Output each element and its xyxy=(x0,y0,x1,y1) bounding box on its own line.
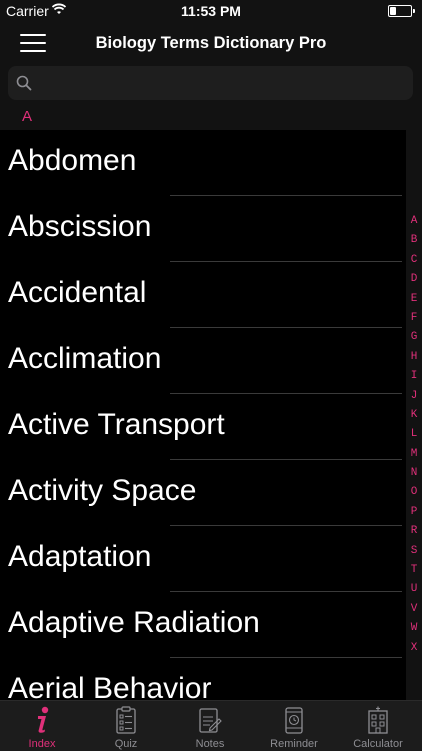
tab-reminder[interactable]: Reminder xyxy=(252,701,336,751)
status-time: 11:53 PM xyxy=(181,3,241,19)
search-input[interactable] xyxy=(40,66,409,102)
page-title: Biology Terms Dictionary Pro xyxy=(95,34,327,52)
list-item[interactable]: Adaptation xyxy=(0,526,406,592)
term-label: Abdomen xyxy=(8,144,137,177)
index-letter[interactable]: S xyxy=(406,542,422,561)
tab-bar: Index Quiz Notes Reminder Calculator xyxy=(0,700,422,751)
tab-label: Notes xyxy=(195,738,225,750)
index-letter[interactable]: M xyxy=(406,445,422,464)
index-letter[interactable]: F xyxy=(406,309,422,328)
term-label: Acclimation xyxy=(8,342,162,375)
index-letter[interactable]: P xyxy=(406,503,422,522)
index-letter[interactable]: U xyxy=(406,580,422,599)
list-item[interactable]: Accidental xyxy=(0,262,406,328)
list-item[interactable]: Adaptive Radiation xyxy=(0,592,406,658)
index-letter[interactable]: T xyxy=(406,561,422,580)
index-letter[interactable]: I xyxy=(406,367,422,386)
index-letter[interactable]: V xyxy=(406,600,422,619)
term-label: Activity Space xyxy=(8,474,197,507)
index-letter[interactable]: X xyxy=(406,639,422,658)
index-letter[interactable]: H xyxy=(406,348,422,367)
terms-list[interactable]: Abdomen Abscission Accidental Acclimatio… xyxy=(0,130,406,700)
list-item[interactable]: Abdomen xyxy=(0,130,406,196)
index-letter[interactable]: C xyxy=(406,251,422,270)
tab-label: Reminder xyxy=(270,738,318,750)
list-item[interactable]: Acclimation xyxy=(0,328,406,394)
index-letter[interactable]: G xyxy=(406,328,422,347)
tab-notes[interactable]: Notes xyxy=(168,701,252,751)
quiz-icon xyxy=(116,706,136,734)
alphabet-index[interactable]: A B C D E F G H I J K L M N O P R S T U … xyxy=(406,212,422,658)
tab-index[interactable]: Index xyxy=(0,701,84,751)
tab-calculator[interactable]: Calculator xyxy=(336,701,420,751)
calculator-icon xyxy=(368,706,388,734)
reminder-icon xyxy=(285,707,303,734)
list-item[interactable]: Active Transport xyxy=(0,394,406,460)
battery-icon xyxy=(388,5,415,17)
index-letter[interactable]: W xyxy=(406,619,422,638)
term-label: Active Transport xyxy=(8,408,225,441)
index-letter[interactable]: A xyxy=(406,212,422,231)
index-letter[interactable]: E xyxy=(406,290,422,309)
index-letter[interactable]: O xyxy=(406,483,422,502)
index-letter[interactable]: K xyxy=(406,406,422,425)
list-item[interactable]: Abscission xyxy=(0,196,406,262)
index-letter[interactable]: N xyxy=(406,464,422,483)
term-label: Adaptation xyxy=(8,540,152,573)
section-header: A xyxy=(22,108,33,125)
term-label: Accidental xyxy=(8,276,147,309)
list-item[interactable]: Aerial Behavior xyxy=(0,658,406,700)
term-label: Aerial Behavior xyxy=(8,672,212,700)
list-item[interactable]: Activity Space xyxy=(0,460,406,526)
search-icon xyxy=(16,75,32,91)
tab-label: Quiz xyxy=(114,738,138,750)
term-label: Adaptive Radiation xyxy=(8,606,260,639)
tab-label: Index xyxy=(28,738,56,750)
index-letter[interactable]: D xyxy=(406,270,422,289)
term-label: Abscission xyxy=(8,210,152,243)
index-letter[interactable]: J xyxy=(406,387,422,406)
navigation-bar: Biology Terms Dictionary Pro xyxy=(0,22,422,64)
index-letter[interactable]: R xyxy=(406,522,422,541)
index-letter[interactable]: L xyxy=(406,425,422,444)
tab-label: Calculator xyxy=(353,738,403,750)
info-icon xyxy=(38,706,49,733)
status-bar: Carrier 11:53 PM xyxy=(0,0,422,22)
search-bar[interactable] xyxy=(8,66,413,102)
tab-quiz[interactable]: Quiz xyxy=(84,701,168,751)
index-letter[interactable]: B xyxy=(406,231,422,250)
notes-icon xyxy=(199,708,222,733)
